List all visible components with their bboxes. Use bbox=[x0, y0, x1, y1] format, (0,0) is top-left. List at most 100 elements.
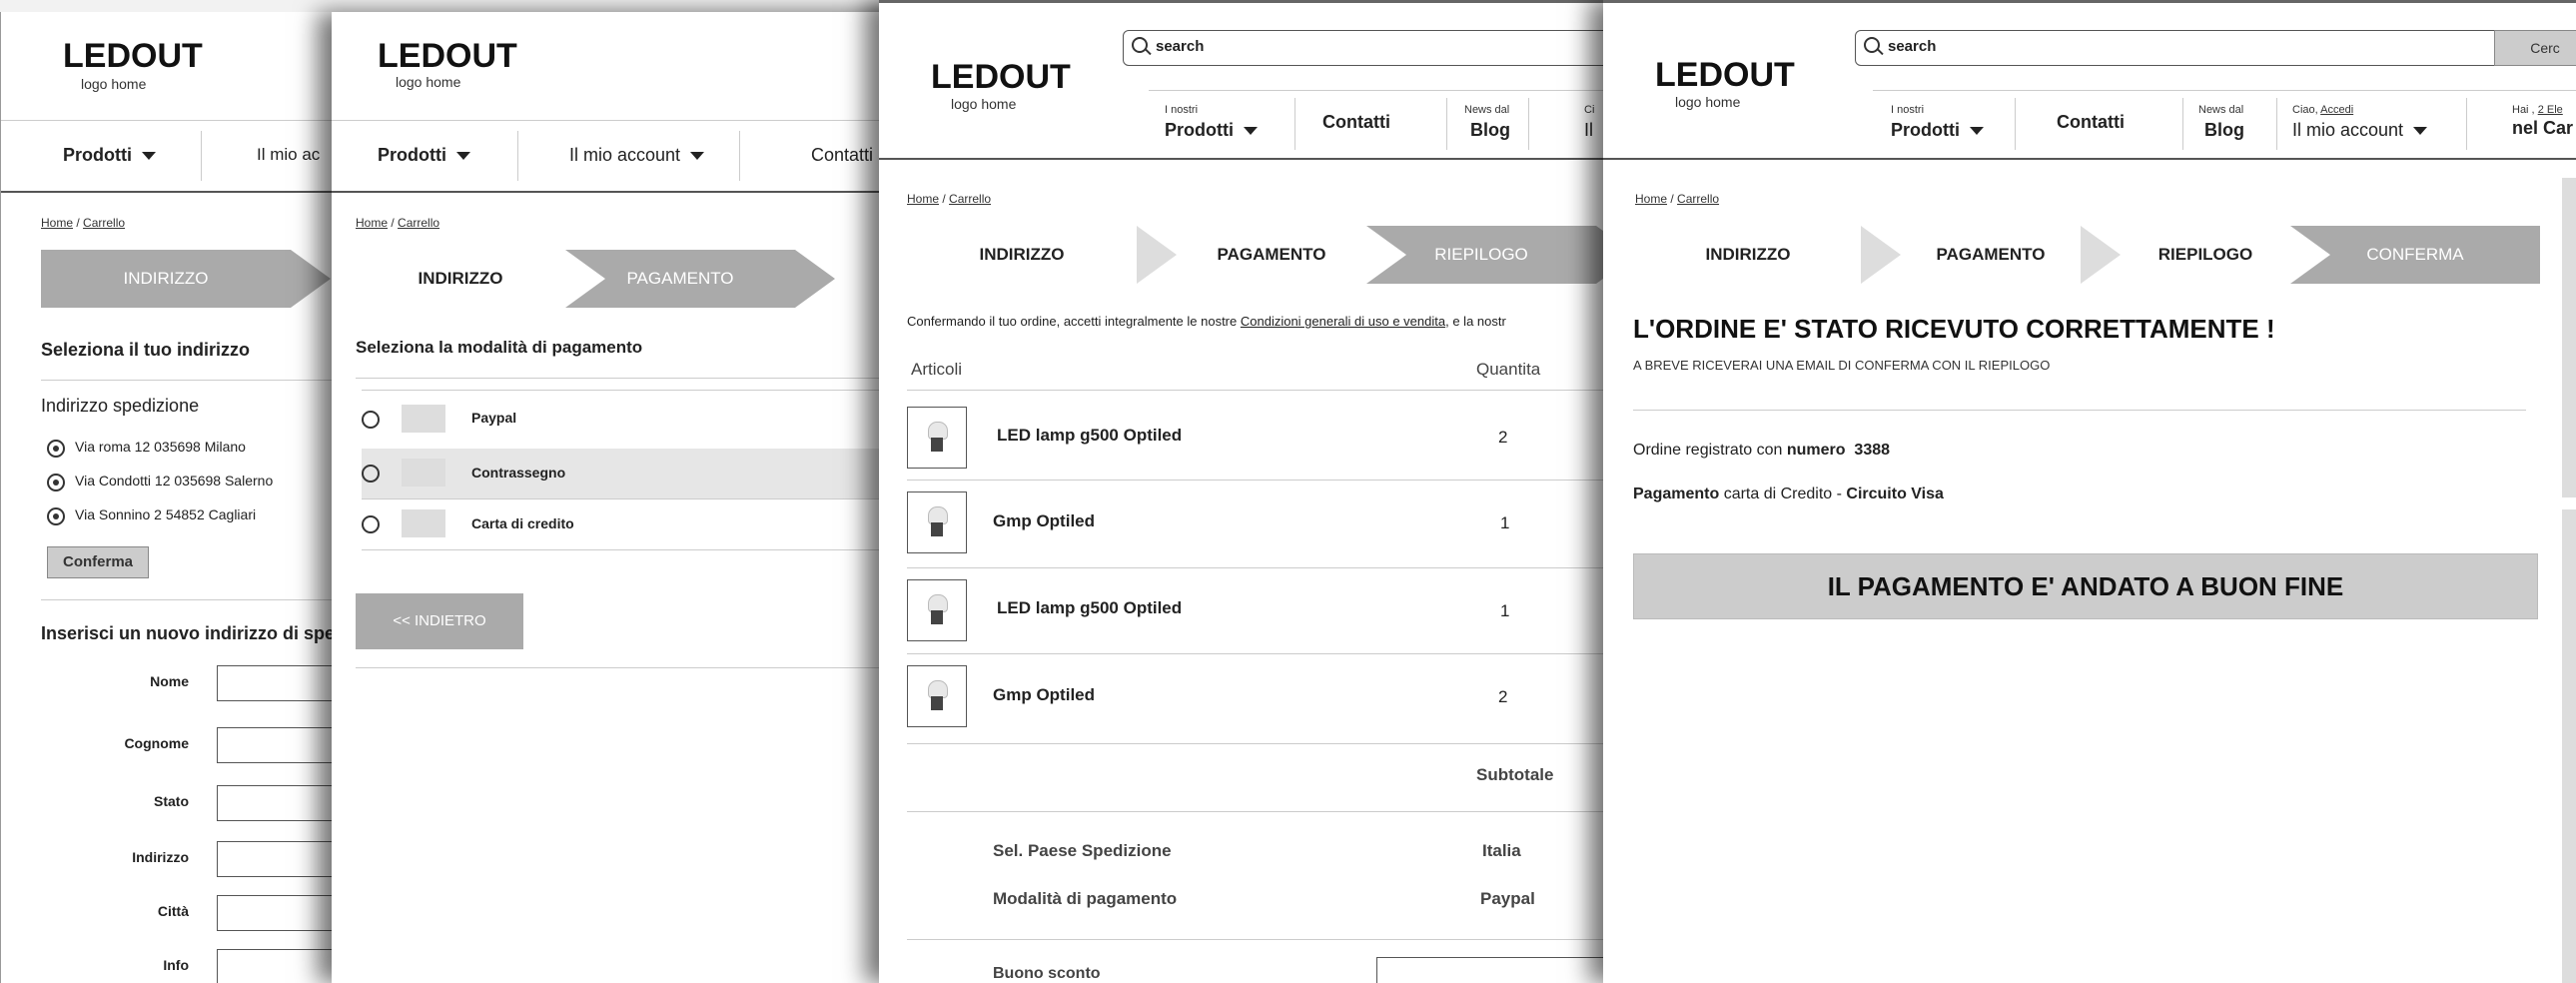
step-arrow bbox=[565, 250, 605, 308]
nav-blog[interactable]: Blog bbox=[2204, 120, 2244, 141]
field-label-nome: Nome bbox=[150, 673, 189, 689]
search-input[interactable]: search bbox=[1888, 38, 1936, 55]
search-icon bbox=[1864, 37, 1880, 53]
payment-radio[interactable] bbox=[362, 515, 380, 533]
nav-blog[interactable]: Blog bbox=[1470, 120, 1510, 141]
step-arrow bbox=[1137, 226, 1177, 284]
field-label-info: Info bbox=[163, 957, 189, 973]
lamp-base bbox=[931, 696, 943, 710]
breadcrumb-home[interactable]: Home bbox=[1635, 192, 1667, 206]
step-address[interactable]: INDIRIZZO bbox=[907, 226, 1137, 284]
shipping-country-value[interactable]: Italia bbox=[1482, 841, 1521, 861]
product-thumbnail[interactable] bbox=[907, 407, 967, 469]
breadcrumb-home[interactable]: Home bbox=[41, 216, 73, 230]
address-radio[interactable] bbox=[47, 507, 65, 525]
divider bbox=[907, 743, 1638, 744]
step-address[interactable]: INDIRIZZO bbox=[356, 250, 565, 308]
breadcrumb-home[interactable]: Home bbox=[907, 192, 939, 206]
product-qty: 1 bbox=[1500, 513, 1510, 532]
nav-products-label: Prodotti bbox=[1891, 120, 1960, 140]
product-thumbnail[interactable] bbox=[907, 579, 967, 641]
confirm-button[interactable]: Conferma bbox=[47, 546, 149, 578]
search-input[interactable]: search bbox=[1156, 38, 1204, 55]
field-label-citta: Città bbox=[157, 903, 189, 919]
step-address[interactable]: INDIRIZZO bbox=[1635, 226, 1861, 284]
field-label-stato: Stato bbox=[154, 793, 189, 809]
breadcrumb-cart[interactable]: Carrello bbox=[83, 216, 125, 230]
nav-contacts[interactable]: Contatti bbox=[2057, 112, 2125, 133]
order-number: 3388 bbox=[1854, 442, 1891, 459]
nav-divider bbox=[2276, 98, 2277, 150]
nav-contacts[interactable]: Contatti bbox=[811, 145, 873, 166]
logo-caption: logo home bbox=[1675, 94, 1741, 110]
confirmation-step-page: LEDOUT logo home search Cerc I nostri Pr… bbox=[1603, 0, 2576, 983]
terms-link[interactable]: Condizioni generali di uso e vendita bbox=[1241, 314, 1445, 329]
product-thumbnail[interactable] bbox=[907, 665, 967, 727]
nav-contacts[interactable]: Contatti bbox=[1322, 112, 1390, 133]
nav-account[interactable]: Il bbox=[1584, 120, 1593, 141]
terms-suffix: , e la nostr bbox=[1445, 314, 1506, 329]
back-button[interactable]: << INDIETRO bbox=[356, 593, 523, 649]
search-box[interactable]: search bbox=[1123, 30, 1638, 66]
step-payment[interactable]: PAGAMENTO bbox=[1901, 226, 2081, 284]
nav-account[interactable]: Il mio account bbox=[569, 145, 705, 166]
product-qty: 1 bbox=[1500, 601, 1510, 620]
product-name[interactable]: Gmp Optiled bbox=[993, 511, 1095, 531]
top-border bbox=[1603, 0, 2576, 3]
cart-count-link[interactable]: 2 Ele bbox=[2538, 104, 2563, 116]
nav-bottom-border bbox=[1603, 158, 2576, 160]
logo-caption: logo home bbox=[396, 74, 461, 90]
nav-account[interactable]: Il mio account bbox=[2292, 120, 2428, 141]
nav-products[interactable]: Prodotti bbox=[1891, 120, 1984, 141]
logo-caption: logo home bbox=[951, 96, 1017, 112]
address-radio[interactable] bbox=[47, 440, 65, 458]
payment-radio[interactable] bbox=[362, 465, 380, 483]
product-qty: 2 bbox=[1498, 428, 1508, 447]
nav-products[interactable]: Prodotti bbox=[378, 145, 470, 166]
nav-account[interactable]: Il mio ac bbox=[257, 145, 320, 165]
product-name[interactable]: Gmp Optiled bbox=[993, 685, 1095, 705]
payment-radio[interactable] bbox=[362, 411, 380, 429]
order-number-label: numero bbox=[1786, 442, 1846, 459]
step-arrow bbox=[2081, 226, 2121, 284]
site-logo[interactable]: LEDOUT bbox=[1655, 56, 1795, 95]
breadcrumb-cart[interactable]: Carrello bbox=[398, 216, 439, 230]
shipping-address-title: Indirizzo spedizione bbox=[41, 396, 200, 416]
nav-products[interactable]: Prodotti bbox=[1165, 120, 1258, 141]
product-thumbnail[interactable] bbox=[907, 492, 967, 553]
login-link[interactable]: Accedi bbox=[2320, 104, 2353, 116]
coupon-input[interactable] bbox=[1376, 957, 1638, 983]
step-payment[interactable]: PAGAMENTO bbox=[1177, 226, 1366, 284]
site-logo[interactable]: LEDOUT bbox=[63, 37, 203, 76]
payment-label: Carta di credito bbox=[471, 515, 574, 531]
step-address[interactable]: INDIRIZZO bbox=[41, 250, 291, 308]
breadcrumb-cart[interactable]: Carrello bbox=[1677, 192, 1719, 206]
step-summary[interactable]: RIEPILOGO bbox=[2121, 226, 2290, 284]
search-button[interactable]: Cerc bbox=[2494, 30, 2576, 66]
cart-count-prefix: Hai , bbox=[2512, 104, 2538, 116]
quantity-column-header: Quantita bbox=[1476, 360, 1541, 379]
nav-cart[interactable]: nel Car bbox=[2512, 118, 2573, 139]
breadcrumb: Home / Carrello bbox=[1635, 192, 1720, 206]
summary-step-page: LEDOUT logo home search I nostri Prodott… bbox=[879, 0, 1638, 983]
address-option: Via roma 12 035698 Milano bbox=[75, 439, 246, 455]
search-box[interactable]: search bbox=[1855, 30, 2496, 66]
checkout-steps: INDIRIZZO PAGAMENTO RIEPILOGO CONFERMA bbox=[1635, 226, 2544, 284]
nav-account-kicker: Ci bbox=[1584, 104, 1595, 116]
card-logo-icon bbox=[402, 509, 445, 537]
site-logo[interactable]: LEDOUT bbox=[931, 58, 1071, 97]
payment-method-value[interactable]: Paypal bbox=[1480, 889, 1535, 909]
breadcrumb-home[interactable]: Home bbox=[356, 216, 388, 230]
address-radio[interactable] bbox=[47, 474, 65, 492]
breadcrumb-cart[interactable]: Carrello bbox=[949, 192, 991, 206]
chevron-down-icon bbox=[690, 152, 705, 161]
product-name[interactable]: LED lamp g500 Optiled bbox=[997, 598, 1182, 618]
confirmation-subtitle: A BREVE RICEVERAI UNA EMAIL DI CONFERMA … bbox=[1633, 358, 2051, 373]
product-name[interactable]: LED lamp g500 Optiled bbox=[997, 426, 1182, 446]
breadcrumb: Home / Carrello bbox=[356, 216, 440, 230]
step-arrow bbox=[2290, 226, 2330, 284]
nav-bottom-border bbox=[879, 158, 1638, 160]
site-logo[interactable]: LEDOUT bbox=[378, 37, 517, 76]
breadcrumb: Home / Carrello bbox=[41, 216, 126, 230]
nav-products[interactable]: Prodotti bbox=[63, 145, 156, 166]
